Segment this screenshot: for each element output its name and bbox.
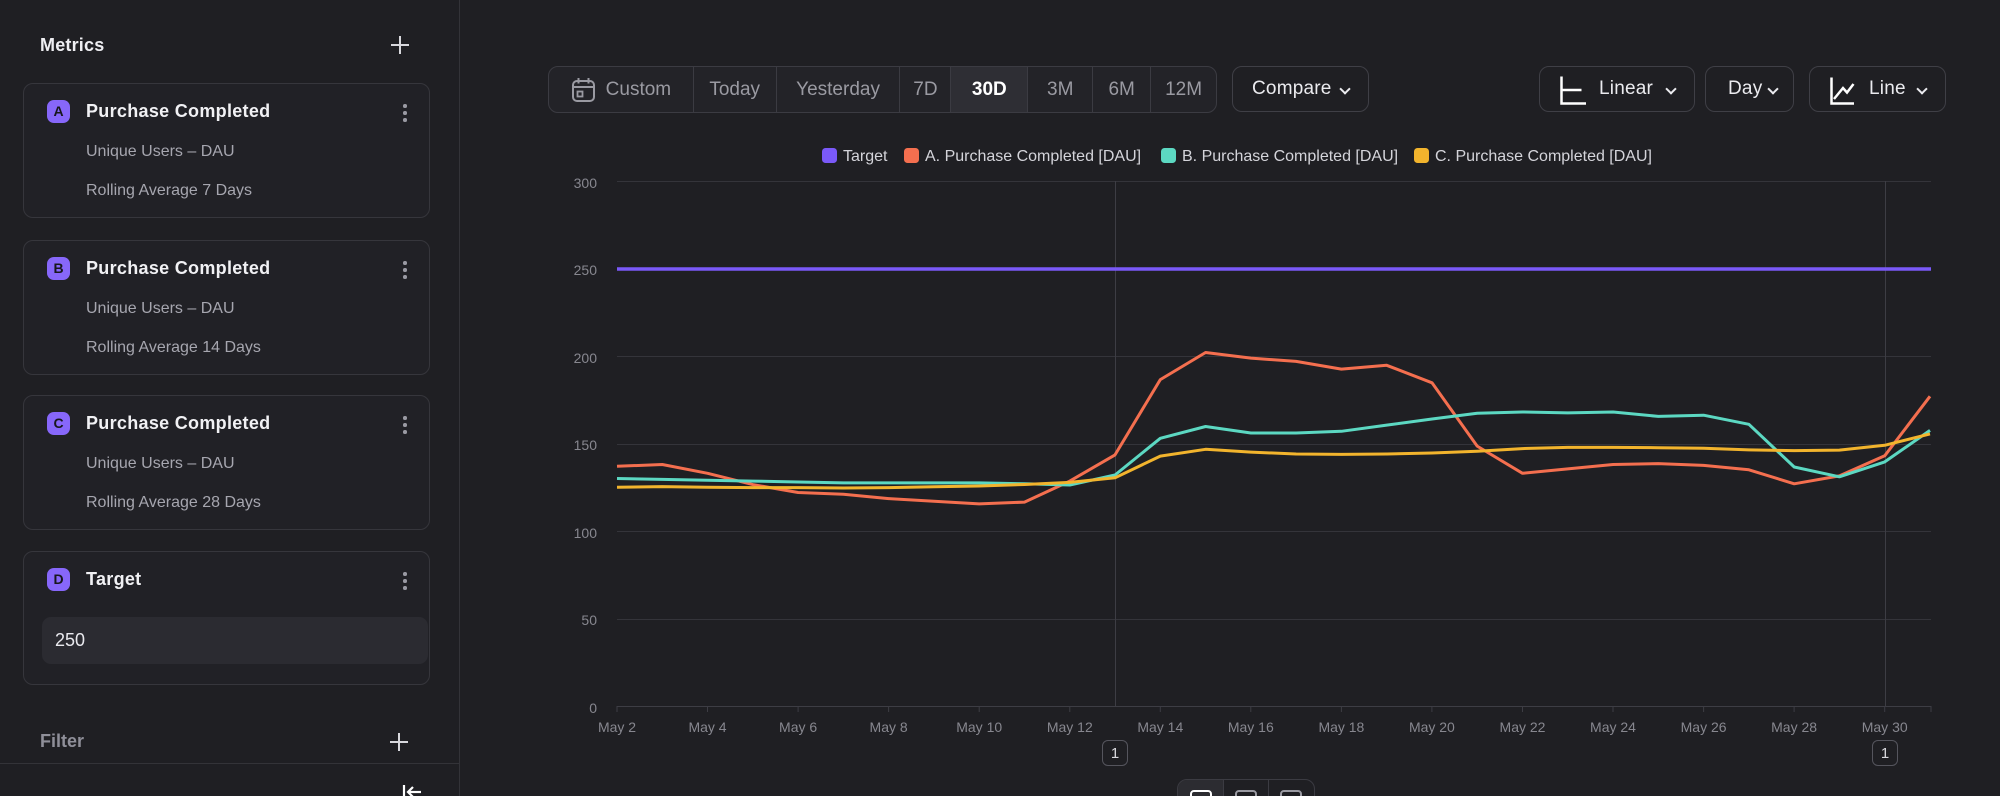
svg-text:300: 300 (574, 175, 598, 191)
svg-text:May 14: May 14 (1137, 719, 1183, 735)
svg-text:May 10: May 10 (956, 719, 1002, 735)
svg-text:250: 250 (574, 262, 598, 278)
svg-text:May 22: May 22 (1500, 719, 1546, 735)
svg-text:200: 200 (574, 350, 598, 366)
svg-text:50: 50 (581, 612, 597, 628)
svg-text:May 18: May 18 (1318, 719, 1364, 735)
svg-text:May 24: May 24 (1590, 719, 1636, 735)
svg-text:150: 150 (574, 437, 598, 453)
svg-text:100: 100 (574, 525, 598, 541)
svg-text:0: 0 (589, 700, 597, 716)
svg-text:May 30: May 30 (1862, 719, 1908, 735)
svg-text:May 16: May 16 (1228, 719, 1274, 735)
svg-text:May 8: May 8 (870, 719, 908, 735)
svg-text:May 6: May 6 (779, 719, 817, 735)
svg-text:May 2: May 2 (598, 719, 636, 735)
svg-text:May 28: May 28 (1771, 719, 1817, 735)
svg-text:May 4: May 4 (688, 719, 726, 735)
svg-text:May 12: May 12 (1047, 719, 1093, 735)
svg-text:May 26: May 26 (1681, 719, 1727, 735)
svg-text:May 20: May 20 (1409, 719, 1455, 735)
